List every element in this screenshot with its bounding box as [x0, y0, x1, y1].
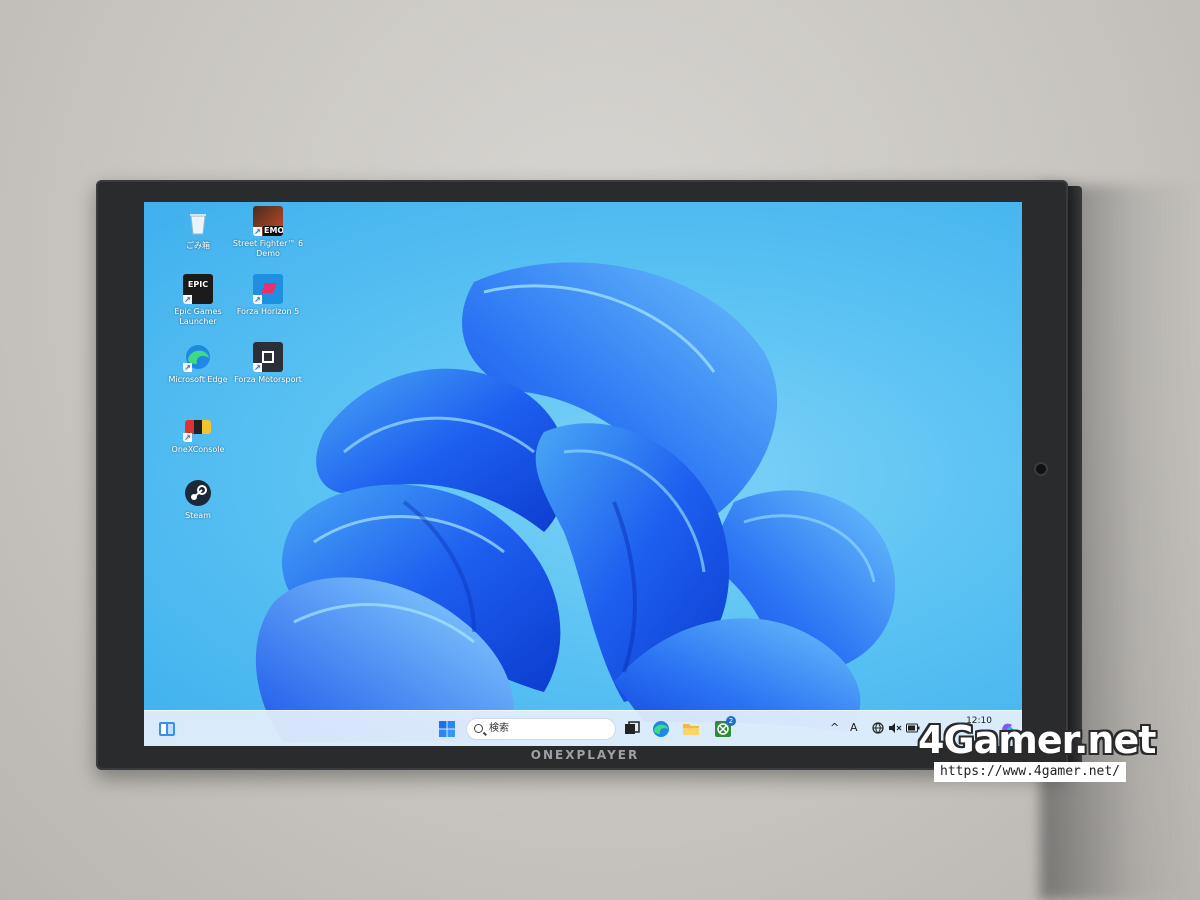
- edge-icon: ↗: [183, 342, 213, 372]
- xbox-notification-badge: 2: [726, 716, 736, 726]
- start-button[interactable]: [438, 720, 456, 738]
- screen: ごみ箱 EMO ↗ Street Fighter™ 6 Demo EPIC ↗ …: [144, 202, 1022, 746]
- shortcut-arrow-icon: ↗: [253, 295, 262, 304]
- widgets-button[interactable]: [158, 720, 176, 738]
- taskbar-search-box[interactable]: 検索: [466, 718, 616, 740]
- front-camera: [1036, 464, 1046, 474]
- steam-icon: [183, 478, 213, 508]
- ime-indicator[interactable]: A: [850, 721, 858, 734]
- windows-logo-icon: [439, 721, 455, 737]
- search-placeholder: 検索: [489, 723, 509, 734]
- shortcut-arrow-icon: ↗: [183, 433, 192, 442]
- epic-games-icon: EPIC ↗: [183, 274, 213, 304]
- recycle-bin-icon: [183, 208, 213, 238]
- network-icon[interactable]: [872, 722, 884, 737]
- desktop-icon-label: Epic Games Launcher: [174, 307, 222, 326]
- widgets-icon: [159, 722, 175, 736]
- onexconsole-icon: ↗: [183, 412, 213, 442]
- tray-overflow-chevron[interactable]: ^: [830, 721, 839, 734]
- file-explorer-icon: [683, 724, 699, 735]
- device-brand-label: ONEXPLAYER: [530, 748, 640, 762]
- desktop-icon-label: Street Fighter™ 6 Demo: [232, 239, 304, 258]
- shortcut-arrow-icon: ↗: [183, 363, 192, 372]
- desktop-icon-recycle-bin[interactable]: ごみ箱: [160, 208, 236, 251]
- desktop-icon-label: Forza Motorsport: [234, 375, 302, 384]
- desktop-icon-forza-motorsport[interactable]: ↗ Forza Motorsport: [230, 342, 306, 385]
- search-icon: [474, 724, 483, 733]
- taskbar-edge-button[interactable]: [652, 720, 670, 738]
- desktop-icon-epic-games[interactable]: EPIC ↗ Epic Games Launcher: [160, 274, 236, 327]
- desktop-icon-edge[interactable]: ↗ Microsoft Edge: [160, 342, 236, 385]
- edge-icon: [653, 721, 669, 737]
- desktop-icon-label: OneXConsole: [171, 445, 225, 454]
- shortcut-arrow-icon: ↗: [253, 363, 262, 372]
- forza-horizon-icon: ↗: [253, 274, 283, 304]
- epic-tile-text: EPIC: [187, 280, 209, 289]
- desktop-icon-label: Forza Horizon 5: [236, 307, 300, 316]
- street-fighter-icon: EMO ↗: [253, 206, 283, 236]
- desktop-icon-forza-horizon[interactable]: ↗ Forza Horizon 5: [230, 274, 306, 317]
- watermark-url: https://www.4gamer.net/: [934, 762, 1127, 782]
- forza-motorsport-icon: ↗: [253, 342, 283, 372]
- shortcut-arrow-icon: ↗: [253, 227, 262, 236]
- file-explorer-button[interactable]: [682, 721, 700, 737]
- volume-muted-icon[interactable]: [888, 722, 902, 737]
- watermark-logo: 4Gamer.net: [918, 718, 1156, 762]
- task-view-icon: [625, 721, 640, 734]
- task-view-button[interactable]: [624, 721, 640, 737]
- desktop-icon-street-fighter[interactable]: EMO ↗ Street Fighter™ 6 Demo: [230, 206, 306, 259]
- shortcut-arrow-icon: ↗: [183, 295, 192, 304]
- desktop-icon-label: Microsoft Edge: [168, 375, 228, 384]
- taskbar: 検索 2 ^ A 12:10: [144, 710, 1022, 746]
- desktop-icon-label: ごみ箱: [186, 241, 210, 250]
- desktop-icon-steam[interactable]: Steam: [160, 478, 236, 521]
- desktop-icon-label: Steam: [185, 511, 211, 520]
- street-fighter-tile-text: EMO: [263, 226, 283, 236]
- desktop-icon-onexconsole[interactable]: ↗ OneXConsole: [160, 412, 236, 455]
- xbox-button[interactable]: 2: [714, 716, 736, 738]
